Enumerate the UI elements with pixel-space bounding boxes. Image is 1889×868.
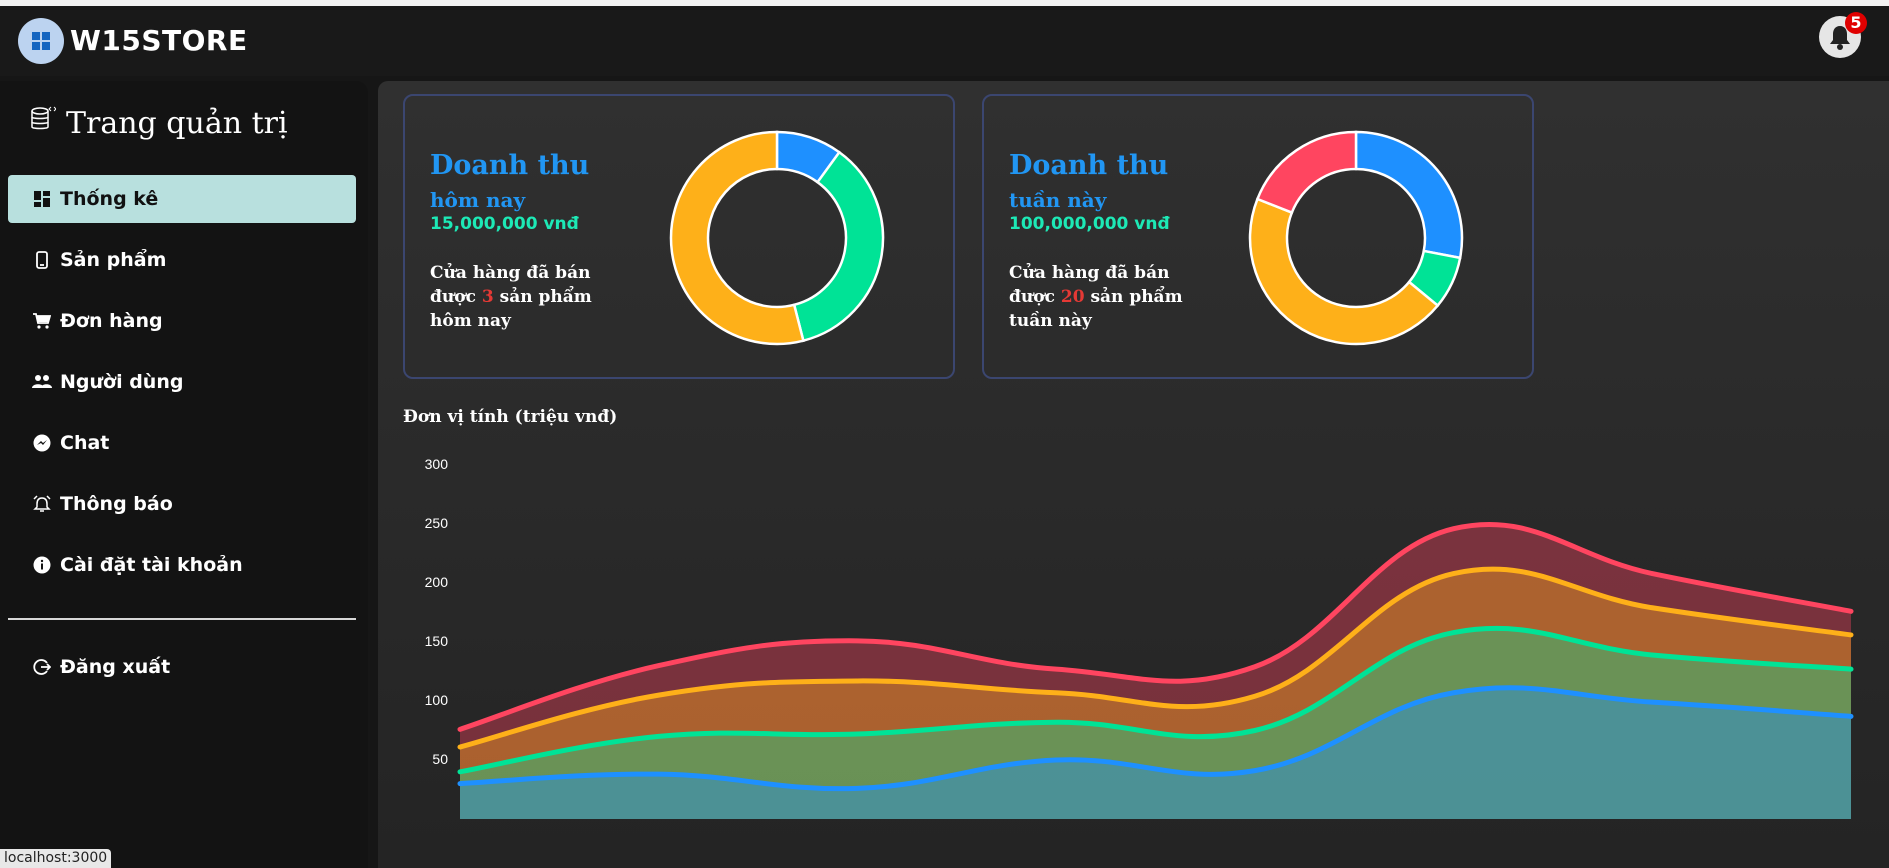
status-url: localhost:3000: [0, 849, 112, 868]
stacked-area-chart: [457, 522, 1854, 819]
